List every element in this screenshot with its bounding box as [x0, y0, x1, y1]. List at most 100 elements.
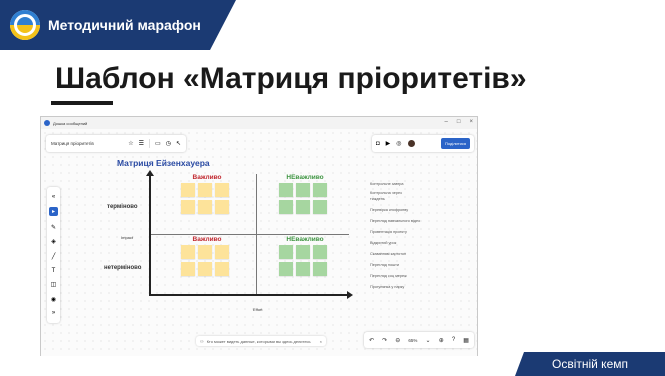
sticky-note[interactable]	[198, 183, 212, 197]
footer-banner: Освітній кемп	[515, 352, 665, 376]
sticky-note[interactable]	[313, 183, 327, 197]
quadrant-divider-horizontal	[151, 234, 349, 235]
expand-icon[interactable]: «	[52, 194, 55, 200]
pen-tool-icon[interactable]: ✎	[51, 224, 56, 231]
help-icon[interactable]: ?	[452, 337, 455, 343]
task-list: Контрольне завтра Контрольна через тижде…	[370, 179, 462, 293]
zoom-toolbar: ↶ ↷ ⊖ 65% ⌄ ⊕ ? ▦	[364, 332, 474, 348]
shapes-tool-icon[interactable]: ◈	[51, 238, 56, 245]
task-item[interactable]: Перегляд соц мереж	[370, 271, 462, 282]
video-icon[interactable]: ▶	[386, 140, 391, 147]
task-item[interactable]: Перегляд пошти	[370, 260, 462, 271]
sound-icon[interactable]: ◎	[396, 140, 401, 147]
board-toolbar: Матриця пріоритетів ☆ ☰ ▭ ◷ ↖	[46, 135, 186, 152]
window-titlebar: Дошка сообщений – □ ×	[41, 117, 477, 129]
text-tool-icon[interactable]: T	[52, 268, 56, 274]
collab-toolbar: ◘ ▶ ◎ Поділитися	[372, 135, 474, 152]
sticky-note[interactable]	[279, 200, 293, 214]
bell-icon[interactable]: ◘	[376, 141, 380, 147]
sticky-note[interactable]	[313, 245, 327, 259]
banner-title: Методичний марафон	[48, 17, 201, 33]
task-item[interactable]: Скаванням картотоп	[370, 249, 462, 260]
sticky-note[interactable]	[215, 262, 229, 276]
maximize-button[interactable]: □	[457, 119, 461, 125]
sticky-note[interactable]	[279, 245, 293, 259]
quadrant-important-not-urgent: Важливо	[175, 236, 239, 294]
undo-icon[interactable]: ↶	[369, 337, 374, 344]
sticky-note[interactable]	[181, 262, 195, 276]
sticky-note[interactable]	[215, 200, 229, 214]
y-axis-label: Impact	[121, 235, 134, 240]
sticky-note[interactable]	[296, 200, 310, 214]
privacy-notice-bar: ⚇ Кто может видеть данные, которыми вы з…	[196, 336, 326, 346]
task-item[interactable]: Відкритий урок	[370, 238, 462, 249]
avatar[interactable]	[407, 140, 415, 147]
share-button[interactable]: Поділитися	[440, 138, 470, 149]
chevron-down-icon[interactable]: ⌄	[426, 337, 431, 344]
zoom-in-icon[interactable]: ⊕	[439, 337, 444, 344]
sticky-note[interactable]	[313, 262, 327, 276]
sticky-note[interactable]	[296, 183, 310, 197]
quadrant-unimportant-urgent: НЕважливо	[273, 174, 337, 232]
x-axis-arrow	[347, 291, 353, 299]
quadrant-important-urgent: Важливо	[175, 174, 239, 232]
sticky-note[interactable]	[279, 183, 293, 197]
line-tool-icon[interactable]: ╱	[52, 253, 56, 260]
sticky-tool-icon[interactable]: ◫	[51, 281, 57, 288]
quadrant-label: НЕважливо	[286, 236, 324, 243]
quadrant-unimportant-not-urgent: НЕважливо	[273, 236, 337, 294]
app-icon	[44, 120, 50, 126]
redo-icon[interactable]: ↷	[382, 337, 387, 344]
row-label-not-urgent: нетерміново	[104, 265, 142, 271]
sticky-note[interactable]	[296, 262, 310, 276]
frame-tool-icon[interactable]: ◉	[51, 296, 56, 303]
task-item[interactable]: Провентація проекту	[370, 227, 462, 238]
x-axis-label: Effort	[253, 307, 263, 312]
privacy-notice-text: Кто может видеть данные, которыми вы зде…	[206, 338, 311, 344]
dismiss-icon[interactable]: ×	[320, 339, 322, 344]
sticky-note[interactable]	[181, 245, 195, 259]
sticky-note[interactable]	[181, 183, 195, 197]
task-item[interactable]: тиждень	[370, 196, 462, 205]
minimize-button[interactable]: –	[445, 119, 448, 125]
sticky-note[interactable]	[296, 245, 310, 259]
more-tools-icon[interactable]: »	[52, 310, 55, 316]
close-button[interactable]: ×	[469, 119, 473, 125]
priority-matrix: Важливо НЕважливо Важливо НЕважливо	[146, 170, 353, 299]
y-axis-arrow	[146, 170, 154, 176]
title-underline	[51, 101, 113, 105]
row-label-urgent: терміново	[107, 204, 138, 210]
sticky-note[interactable]	[198, 200, 212, 214]
sticky-note[interactable]	[313, 200, 327, 214]
task-item[interactable]: Перегляд навчального відео	[370, 216, 462, 227]
footer-label: Освітній кемп	[551, 357, 628, 371]
task-item[interactable]: Контрольне завтра	[370, 179, 462, 190]
sticky-note[interactable]	[215, 245, 229, 259]
zoom-out-icon[interactable]: ⊖	[395, 337, 400, 344]
sticky-note[interactable]	[181, 200, 195, 214]
sticky-note[interactable]	[198, 245, 212, 259]
x-axis	[149, 294, 349, 296]
sticky-note[interactable]	[198, 262, 212, 276]
marathon-logo	[10, 10, 40, 40]
task-item[interactable]: Прогулянка у парку	[370, 282, 462, 293]
star-icon[interactable]: ☆	[128, 140, 133, 147]
drawing-toolbar: « ▸ ✎ ◈ ╱ T ◫ ◉ »	[47, 187, 60, 323]
cursor-icon[interactable]: ↖	[176, 140, 181, 147]
window-title: Дошка сообщений	[53, 120, 88, 126]
board-canvas[interactable]: Матриця пріоритетів ☆ ☰ ▭ ◷ ↖ ◘ ▶ ◎ Поді…	[41, 129, 477, 356]
board-name[interactable]: Матриця пріоритетів	[51, 141, 123, 146]
whiteboard-window: Дошка сообщений – □ × Матриця пріоритеті…	[40, 116, 478, 356]
menu-icon[interactable]: ☰	[139, 140, 144, 147]
timer-icon[interactable]: ◷	[166, 140, 171, 147]
sticky-note[interactable]	[279, 262, 293, 276]
layout-icon[interactable]: ▦	[463, 337, 469, 344]
header-banner: Методичний марафон	[0, 0, 236, 50]
task-item[interactable]: Перевірка кнофронву	[370, 205, 462, 216]
select-tool-icon[interactable]: ▸	[49, 207, 58, 217]
quadrant-label: НЕважливо	[286, 174, 324, 181]
privacy-icon: ⚇	[200, 338, 204, 344]
sticky-note[interactable]	[215, 183, 229, 197]
chat-icon[interactable]: ▭	[155, 140, 161, 147]
zoom-level[interactable]: 65%	[408, 338, 417, 343]
